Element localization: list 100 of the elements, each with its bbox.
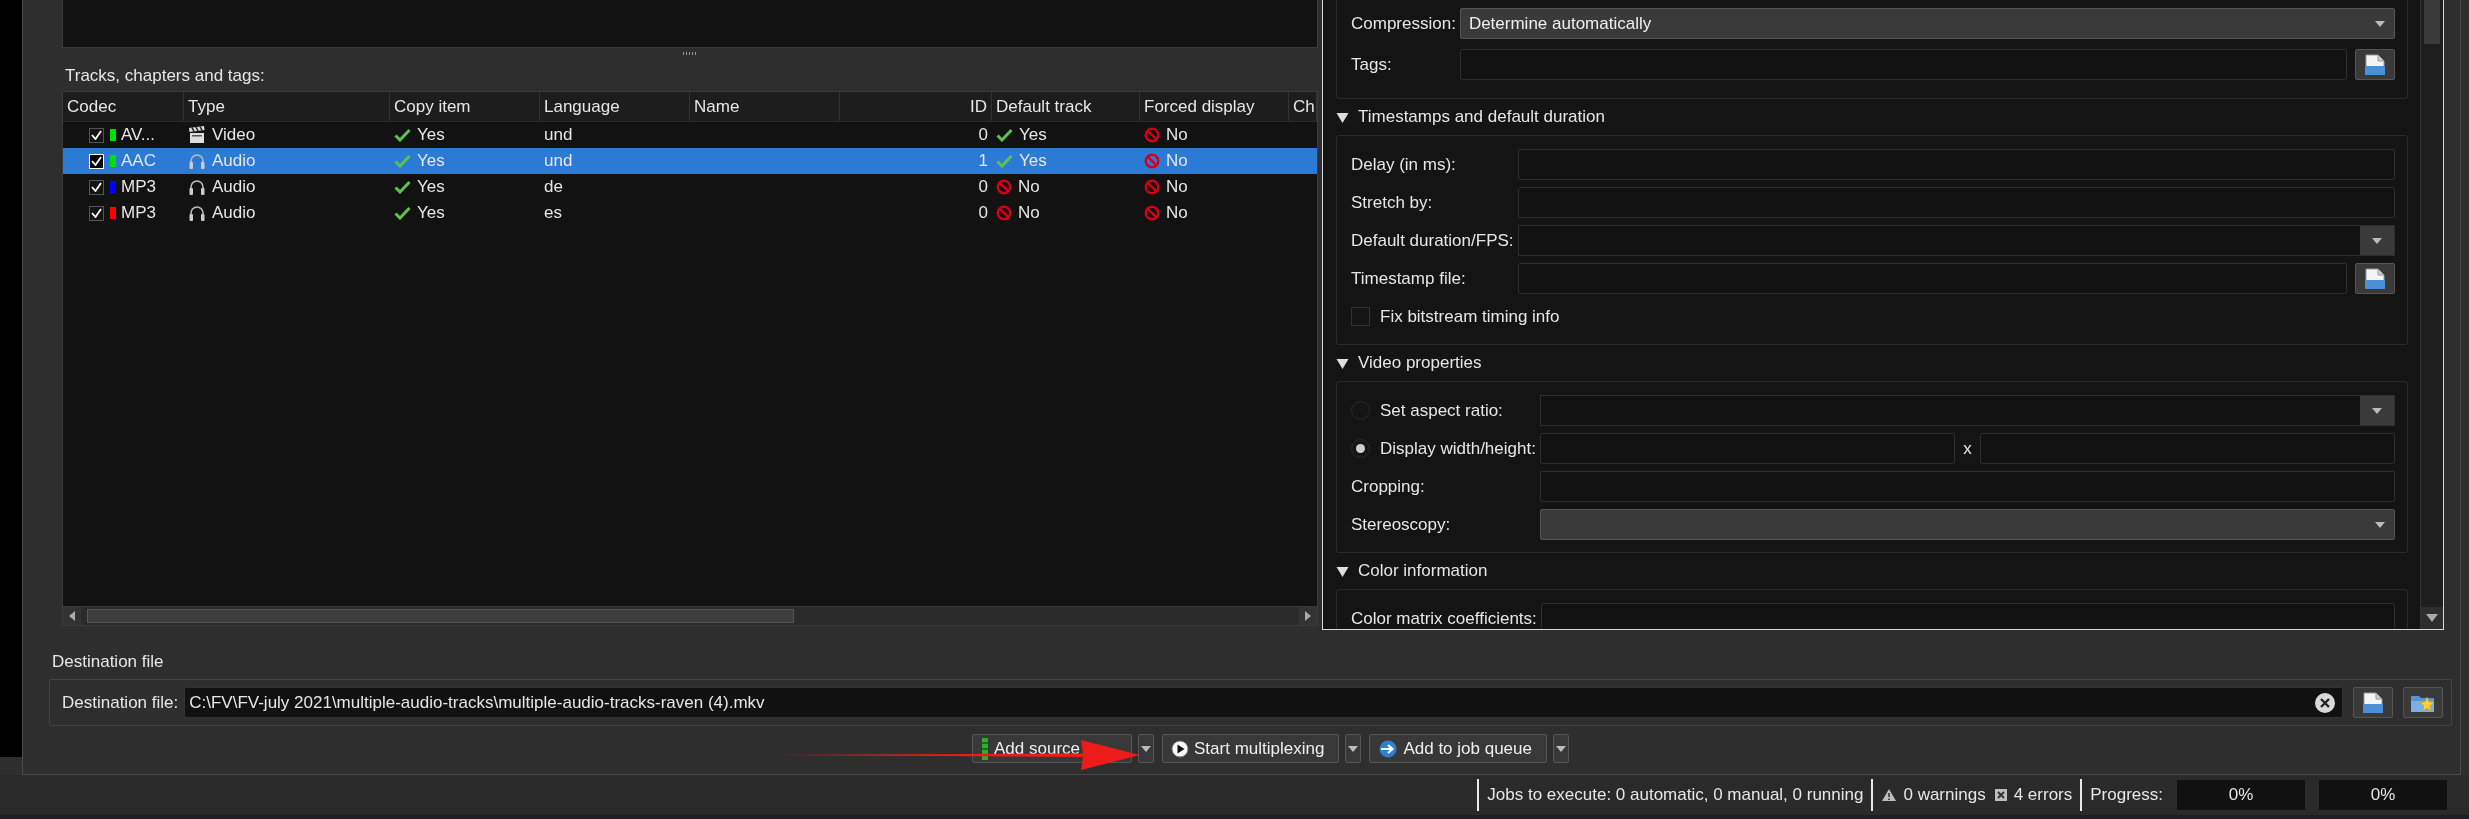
browse-button[interactable] bbox=[2353, 687, 2393, 718]
column-header[interactable]: Default track bbox=[992, 92, 1140, 121]
track-type: Audio bbox=[212, 177, 256, 197]
column-header[interactable]: Type bbox=[184, 92, 390, 121]
forced-value: No bbox=[1166, 125, 1188, 145]
column-header[interactable]: Language bbox=[540, 92, 690, 121]
track-id: 1 bbox=[978, 151, 988, 171]
caret-icon bbox=[2371, 406, 2383, 415]
section-label: Tracks, chapters and tags: bbox=[64, 65, 266, 87]
caret-icon bbox=[1348, 745, 1359, 752]
column-header[interactable]: Ch bbox=[1289, 92, 1317, 121]
language-value: de bbox=[544, 177, 563, 197]
column-header[interactable]: Name bbox=[690, 92, 840, 121]
input-field[interactable] bbox=[1979, 433, 2395, 464]
check-icon bbox=[91, 208, 102, 218]
checkbox[interactable] bbox=[89, 205, 104, 221]
column-header[interactable]: Codec bbox=[63, 92, 184, 121]
copy-value: Yes bbox=[417, 203, 445, 223]
progress-value: 0% bbox=[2228, 785, 2254, 805]
progress-value: 0% bbox=[2370, 785, 2396, 805]
clear-icon bbox=[2314, 691, 2336, 714]
headphones-icon bbox=[188, 204, 206, 222]
field-label: Fix bitstream timing info bbox=[1380, 306, 1560, 327]
scrollbar-thumb[interactable] bbox=[87, 609, 794, 623]
input-field[interactable] bbox=[1539, 433, 1956, 464]
track-id: 0 bbox=[978, 125, 988, 145]
combo-box[interactable] bbox=[1539, 395, 2395, 426]
codec-label: AV... bbox=[121, 125, 156, 145]
field-label: Tags: bbox=[1351, 54, 1392, 75]
document-folder-icon bbox=[2363, 267, 2387, 290]
column-header[interactable]: Copy item bbox=[390, 92, 540, 121]
default-value: Yes bbox=[1019, 125, 1047, 145]
copy-value: Yes bbox=[417, 125, 445, 145]
menu-button[interactable] bbox=[1552, 734, 1569, 763]
file-list-panel[interactable] bbox=[62, 0, 1318, 48]
column-header[interactable]: ID bbox=[840, 92, 992, 121]
headphones-icon bbox=[188, 178, 206, 196]
scroll-down-button[interactable] bbox=[2421, 607, 2443, 629]
progress-label: Progress: bbox=[2090, 785, 2163, 805]
table-row[interactable]: MP3 Audio Yes es 0 No No bbox=[63, 200, 1317, 226]
default-value: Yes bbox=[1019, 151, 1047, 171]
dropdown[interactable]: Determine automatically bbox=[1459, 8, 2395, 39]
input-field[interactable] bbox=[1539, 471, 2395, 502]
field-label: Set aspect ratio: bbox=[1380, 400, 1503, 421]
table-row[interactable]: MP3 Audio Yes de 0 No No bbox=[63, 174, 1317, 200]
warnings-count: 0 warnings bbox=[1903, 785, 1986, 805]
forced-value: No bbox=[1166, 203, 1188, 223]
table-row[interactable]: AAC Audio Yes und 1 Yes No bbox=[63, 148, 1317, 174]
section-toggle[interactable]: Timestamps and default duration bbox=[1336, 107, 1605, 127]
errors-count: 4 errors bbox=[2013, 785, 2073, 805]
caret-icon bbox=[2371, 236, 2383, 245]
error-icon bbox=[1993, 788, 2008, 802]
menu-button[interactable] bbox=[1138, 734, 1154, 763]
combo-box[interactable] bbox=[1517, 225, 2395, 256]
check-icon bbox=[91, 182, 102, 192]
field-label: Stereoscopy: bbox=[1351, 514, 1451, 535]
scroll-left-button[interactable] bbox=[63, 607, 81, 625]
dropdown[interactable] bbox=[1539, 509, 2395, 540]
menu-button[interactable] bbox=[1345, 734, 1362, 763]
track-id: 0 bbox=[978, 177, 988, 197]
language-value: und bbox=[544, 151, 573, 171]
destination-field[interactable]: C:\FV\FV-july 2021\multiple-audio-tracks\multiple-audio-tracks-raven (4).mkv bbox=[184, 687, 2343, 718]
field-label: Delay (in ms): bbox=[1351, 154, 1456, 175]
field-label: Default duration/FPS: bbox=[1351, 230, 1514, 251]
track-type: Video bbox=[212, 125, 256, 145]
checkbox[interactable] bbox=[89, 179, 104, 195]
section-toggle[interactable]: Color information bbox=[1336, 561, 1488, 581]
section-toggle[interactable]: Video properties bbox=[1336, 353, 1482, 373]
checkbox[interactable] bbox=[89, 127, 104, 143]
separator-label: x bbox=[1963, 438, 1972, 459]
document-folder-icon bbox=[2361, 691, 2385, 714]
field-label: Cropping: bbox=[1351, 476, 1425, 497]
scroll-right-button[interactable] bbox=[1299, 607, 1317, 625]
browse-button[interactable] bbox=[2355, 263, 2395, 294]
input-field[interactable] bbox=[1459, 49, 2347, 80]
forced-value: No bbox=[1166, 177, 1188, 197]
scrollbar-thumb[interactable] bbox=[2424, 0, 2440, 44]
codec-label: MP3 bbox=[121, 203, 156, 223]
field-label: Color matrix coefficients: bbox=[1351, 608, 1537, 629]
action-button[interactable]: Add to job queue bbox=[1369, 734, 1547, 763]
column-header[interactable]: Forced display bbox=[1140, 92, 1289, 121]
input-field[interactable] bbox=[1517, 187, 2395, 218]
browse-button[interactable] bbox=[2355, 49, 2395, 80]
input-field[interactable] bbox=[1517, 263, 2347, 294]
copy-value: Yes bbox=[417, 151, 445, 171]
checkbox[interactable] bbox=[1351, 307, 1370, 326]
jobs-status: Jobs to execute: 0 automatic, 0 manual, 0 running bbox=[1487, 785, 1864, 805]
action-button[interactable]: Start multiplexing bbox=[1162, 734, 1340, 763]
field-label: Stretch by: bbox=[1351, 192, 1433, 213]
field-label: Timestamp file: bbox=[1351, 268, 1466, 289]
input-field[interactable] bbox=[1517, 149, 2395, 180]
default-value: No bbox=[1018, 177, 1040, 197]
language-value: es bbox=[544, 203, 562, 223]
track-id: 0 bbox=[978, 203, 988, 223]
radio-button[interactable] bbox=[1351, 439, 1370, 458]
favorite-folder-button[interactable] bbox=[2403, 687, 2443, 718]
input-field[interactable] bbox=[1540, 603, 2395, 629]
table-row[interactable]: AV... Video Yes und 0 Yes No bbox=[63, 122, 1317, 148]
left-arrow-icon bbox=[69, 611, 75, 621]
group-title: Destination file bbox=[51, 652, 165, 673]
